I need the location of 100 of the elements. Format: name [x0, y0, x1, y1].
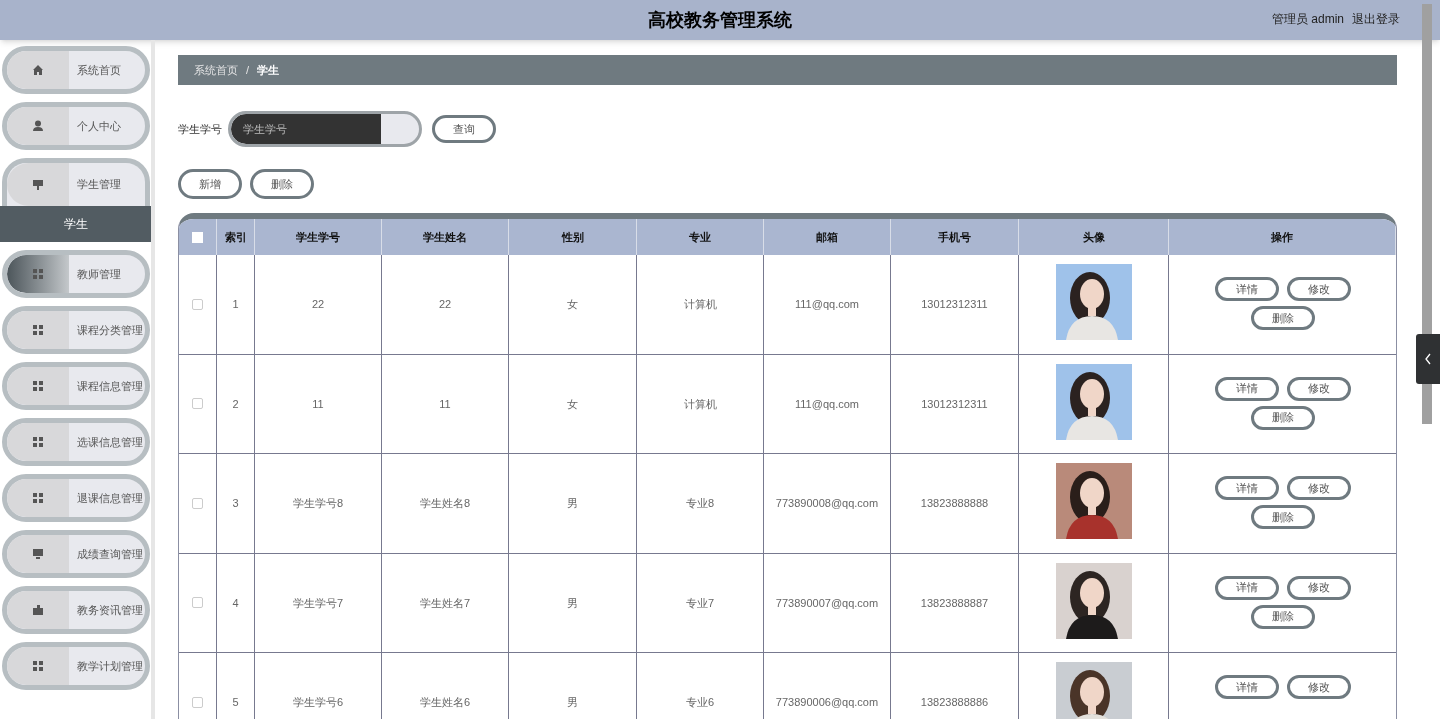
action-button[interactable]: 详情 [1214, 575, 1279, 600]
sidebar-item[interactable]: 系统首页 [2, 46, 150, 94]
search-label: 学生学号 [178, 121, 222, 137]
action-button[interactable]: 修改 [1286, 277, 1351, 301]
table-cell: 3 [217, 454, 255, 553]
table-cell: 女 [509, 354, 637, 453]
action-button[interactable]: 删除 [1250, 505, 1315, 529]
action-button[interactable]: 删除 [1250, 604, 1315, 629]
sidebar-item[interactable]: 选课信息管理 [2, 418, 150, 466]
table-cell: 专业8 [637, 454, 764, 553]
column-header: 专业 [637, 219, 764, 255]
toolbar-button[interactable]: 删除 [250, 169, 314, 199]
sidebar-item[interactable]: 成绩查询管理 [2, 530, 150, 578]
table-cell: 计算机 [637, 255, 764, 354]
column-header: 索引 [217, 219, 255, 255]
sidebar-item[interactable]: 课程信息管理 [2, 362, 150, 410]
grid-icon [32, 436, 44, 448]
table-cell: 773890007@qq.com [764, 553, 891, 652]
column-header: 邮箱 [764, 219, 891, 255]
collapse-tab[interactable] [1416, 334, 1440, 384]
table-cell: 男 [509, 454, 637, 553]
sidebar-item[interactable]: 教师管理 [2, 250, 150, 298]
search-button[interactable]: 查询 [432, 115, 496, 143]
row-checkbox[interactable] [192, 696, 203, 708]
toolbar-button[interactable]: 新增 [178, 169, 242, 199]
table-cell: 13823888887 [891, 553, 1019, 652]
table-cell: 5 [217, 653, 255, 719]
logout-link[interactable]: 退出登录 [1352, 10, 1400, 28]
sidebar-item[interactable]: 个人中心 [2, 102, 150, 150]
action-button[interactable]: 修改 [1286, 376, 1351, 401]
search-field[interactable]: 学生学号 [228, 111, 422, 147]
column-header: 学生学号 [255, 219, 382, 255]
table-cell: 计算机 [637, 354, 764, 453]
user-icon [32, 120, 44, 132]
table-cell: 13012312311 [891, 255, 1019, 354]
breadcrumb-item[interactable]: 系统首页 [194, 61, 238, 79]
table-cell: 专业7 [637, 553, 764, 652]
action-button[interactable]: 修改 [1286, 575, 1351, 600]
table-cell: 专业6 [637, 653, 764, 719]
sidebar-item[interactable]: 学生管理 [2, 158, 150, 206]
user-label: 管理员 admin [1271, 11, 1344, 28]
sidebar-item[interactable]: 退课信息管理 [2, 474, 150, 522]
table-cell: 学生姓名8 [382, 454, 509, 553]
column-header: 性别 [509, 219, 637, 255]
monitor-icon [32, 548, 44, 560]
table-cell: 111@qq.com [764, 354, 891, 453]
table-cell: 学生学号6 [255, 653, 382, 719]
action-button[interactable]: 删除 [1250, 405, 1315, 430]
submenu-item[interactable]: 学生 [0, 206, 151, 242]
breadcrumb-item: 学生 [257, 62, 280, 78]
action-button[interactable]: 详情 [1214, 675, 1279, 699]
grid-icon [32, 660, 44, 672]
table-cell: 11 [382, 354, 509, 453]
sidebar-item[interactable]: 教学计划管理 [2, 642, 150, 690]
column-header: 手机号 [891, 219, 1019, 255]
table-cell: 1 [217, 255, 255, 354]
table-cell: 4 [217, 553, 255, 652]
table-cell: 22 [255, 255, 382, 354]
grid-icon [32, 268, 44, 280]
table-cell: 男 [509, 553, 637, 652]
table-cell: 773890008@qq.com [764, 454, 891, 553]
table-cell: 学生姓名7 [382, 553, 509, 652]
table-cell: 11 [255, 354, 382, 453]
table-cell: 学生姓名6 [382, 653, 509, 719]
table-cell: 13012312311 [891, 354, 1019, 453]
sidebar-item[interactable]: 教务资讯管理 [2, 586, 150, 634]
table-cell: 13823888886 [891, 653, 1019, 719]
table-cell: 2 [217, 354, 255, 453]
grid-icon [32, 324, 44, 336]
row-checkbox[interactable] [192, 497, 203, 509]
table-cell: 男 [509, 653, 637, 719]
table-cell: 773890006@qq.com [764, 653, 891, 719]
breadcrumb-item: / [246, 62, 250, 78]
grid-icon [32, 380, 44, 392]
grid-icon [32, 492, 44, 504]
table-cell: 111@qq.com [764, 255, 891, 354]
table-cell: 13823888888 [891, 454, 1019, 553]
action-button[interactable]: 修改 [1286, 675, 1351, 699]
table-cell: 女 [509, 255, 637, 354]
easel-icon [32, 178, 44, 191]
action-button[interactable]: 详情 [1214, 376, 1279, 401]
action-button[interactable]: 详情 [1214, 277, 1279, 301]
table-cell: 学生学号8 [255, 454, 382, 553]
sidebar-item[interactable]: 课程分类管理 [2, 306, 150, 354]
briefcase-icon [32, 604, 44, 616]
action-button[interactable]: 修改 [1286, 476, 1351, 500]
column-header: 学生姓名 [382, 219, 509, 255]
app-title: 高校教务管理系统 [648, 8, 792, 32]
column-header: 头像 [1019, 219, 1169, 255]
table-cell: 学生学号7 [255, 553, 382, 652]
chevron-left-icon [1424, 353, 1432, 365]
row-checkbox[interactable] [192, 398, 203, 410]
select-all-checkbox[interactable] [192, 231, 203, 243]
action-button[interactable]: 详情 [1214, 476, 1279, 500]
table-cell: 22 [382, 255, 509, 354]
action-button[interactable]: 删除 [1250, 306, 1315, 330]
column-header: 操作 [1169, 219, 1396, 255]
row-checkbox[interactable] [192, 597, 203, 609]
row-checkbox[interactable] [192, 298, 203, 310]
home-icon [32, 64, 44, 76]
